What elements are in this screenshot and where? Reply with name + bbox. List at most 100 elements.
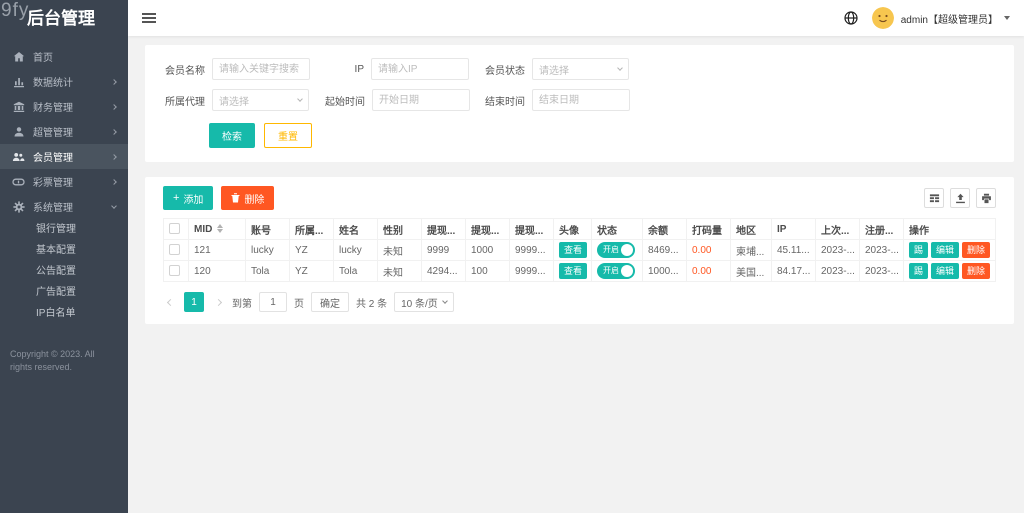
pagination: 1 到第 页 确定 共 2 条 10 条/页 <box>163 292 996 312</box>
caret-down-icon <box>1004 16 1010 20</box>
sidebar-subitem-basic-config[interactable]: 基本配置 <box>0 240 128 261</box>
col-account: 账号 <box>246 219 290 240</box>
chevron-down-icon <box>617 65 623 71</box>
sidebar-item-statistics[interactable]: 数据统计 <box>0 69 128 94</box>
cell-last-time: 2023-... <box>816 240 860 261</box>
export-button[interactable] <box>950 188 970 208</box>
cell-withdraw-3: 9999... <box>510 240 554 261</box>
col-reg-time: 注册... <box>860 219 904 240</box>
member-name-label: 会员名称 <box>165 62 212 77</box>
row-checkbox[interactable] <box>169 265 180 276</box>
reset-button[interactable]: 重置 <box>264 123 312 148</box>
next-page-button[interactable] <box>211 292 225 312</box>
filter-columns-button[interactable] <box>924 188 944 208</box>
cell-name: Tola <box>334 261 378 282</box>
col-mid: MID <box>189 219 246 240</box>
member-table: MID 账号 所属... 姓名 性别 提现... 提现... 提现... 头像 … <box>163 218 996 282</box>
cell-gender: 未知 <box>378 240 422 261</box>
sidebar-item-admins[interactable]: 超管管理 <box>0 119 128 144</box>
page-number-input[interactable] <box>259 292 287 312</box>
member-status-value: 请选择 <box>539 62 569 77</box>
sidebar-item-members[interactable]: 会员管理 <box>0 144 128 169</box>
ip-input[interactable] <box>371 58 469 80</box>
chevron-down-icon <box>442 298 448 304</box>
topbar: admin【超级管理员】 <box>128 0 1024 36</box>
bank-icon <box>12 101 25 113</box>
sidebar-item-finance[interactable]: 财务管理 <box>0 94 128 119</box>
end-date-input[interactable] <box>532 89 630 111</box>
watermark: 9fy <box>1 0 29 22</box>
view-avatar-button[interactable]: 查看 <box>559 263 587 279</box>
sidebar-subitem-ip-whitelist[interactable]: IP白名单 <box>0 303 128 324</box>
current-page[interactable]: 1 <box>184 292 204 312</box>
sidebar-subitem-bank[interactable]: 银行管理 <box>0 219 128 240</box>
delete-row-button[interactable]: 删除 <box>962 263 990 279</box>
sidebar-subitem-announcement[interactable]: 公告配置 <box>0 261 128 282</box>
sort-icon[interactable] <box>217 224 223 233</box>
cell-withdraw-2: 100 <box>466 261 510 282</box>
bar-chart-icon <box>12 76 25 88</box>
sidebar-item-system[interactable]: 系统管理 <box>0 194 128 219</box>
language-globe-icon[interactable] <box>844 11 858 25</box>
cell-name: lucky <box>334 240 378 261</box>
cell-reg-time: 2023-... <box>860 261 904 282</box>
member-name-input[interactable] <box>212 58 310 80</box>
goto-suffix: 页 <box>294 295 304 310</box>
sidebar-item-label: 财务管理 <box>33 99 112 114</box>
start-date-input[interactable] <box>372 89 470 111</box>
delete-button-label: 删除 <box>244 191 264 206</box>
field-member-status: 会员状态 请选择 <box>485 58 629 80</box>
home-icon <box>12 51 25 63</box>
agent-select[interactable]: 请选择 <box>212 89 309 111</box>
field-end-time: 结束时间 <box>485 89 629 111</box>
kick-button[interactable]: 踢 <box>909 263 928 279</box>
cell-agent: YZ <box>290 240 334 261</box>
cell-mid: 120 <box>189 261 246 282</box>
col-balance: 余额 <box>643 219 687 240</box>
sidebar-item-label: 彩票管理 <box>33 174 112 189</box>
menu-toggle-icon[interactable] <box>142 11 156 25</box>
kick-button[interactable]: 踢 <box>909 242 928 258</box>
member-status-select[interactable]: 请选择 <box>532 58 629 80</box>
ip-label: IP <box>325 64 371 75</box>
total-count: 共 2 条 <box>356 295 387 310</box>
delete-row-button[interactable]: 删除 <box>962 242 990 258</box>
cell-region: 美国... <box>731 261 772 282</box>
search-button[interactable]: 检索 <box>209 123 255 148</box>
col-name: 姓名 <box>334 219 378 240</box>
cell-gender: 未知 <box>378 261 422 282</box>
chevron-right-icon <box>111 104 117 110</box>
sidebar-subitem-ads[interactable]: 广告配置 <box>0 282 128 303</box>
status-toggle[interactable]: 开启 <box>597 263 635 279</box>
select-all-checkbox[interactable] <box>169 223 180 234</box>
sidebar: 后台管理 首页 数据统计 财务管理 超管管理 <box>0 0 128 513</box>
confirm-page-button[interactable]: 确定 <box>311 292 349 312</box>
delete-button[interactable]: 删除 <box>221 186 274 210</box>
print-button[interactable] <box>976 188 996 208</box>
cell-ip: 45.11... <box>772 240 816 261</box>
filter-icon <box>929 193 940 204</box>
avatar[interactable] <box>872 7 894 29</box>
sidebar-item-home[interactable]: 首页 <box>0 44 128 69</box>
cell-withdraw-3: 9999... <box>510 261 554 282</box>
plus-icon: + <box>173 192 179 204</box>
user-icon <box>12 126 25 138</box>
cell-withdraw-1: 9999 <box>422 240 466 261</box>
status-toggle[interactable]: 开启 <box>597 242 635 258</box>
view-avatar-button[interactable]: 查看 <box>559 242 587 258</box>
sidebar-item-label: 系统管理 <box>33 199 112 214</box>
row-checkbox[interactable] <box>169 244 180 255</box>
add-button[interactable]: + 添加 <box>163 186 213 210</box>
search-panel: 会员名称 IP 会员状态 请选择 所属代理 <box>145 45 1014 162</box>
per-page-select[interactable]: 10 条/页 <box>394 292 454 312</box>
cell-bet-volume: 0.00 <box>687 240 731 261</box>
col-gender: 性别 <box>378 219 422 240</box>
user-menu[interactable]: admin【超级管理员】 <box>901 11 1010 26</box>
cell-region: 柬埔... <box>731 240 772 261</box>
cell-withdraw-2: 1000 <box>466 240 510 261</box>
edit-button[interactable]: 编辑 <box>931 242 959 258</box>
col-last-time: 上次... <box>816 219 860 240</box>
sidebar-item-lottery[interactable]: 彩票管理 <box>0 169 128 194</box>
prev-page-button[interactable] <box>163 292 177 312</box>
edit-button[interactable]: 编辑 <box>931 263 959 279</box>
